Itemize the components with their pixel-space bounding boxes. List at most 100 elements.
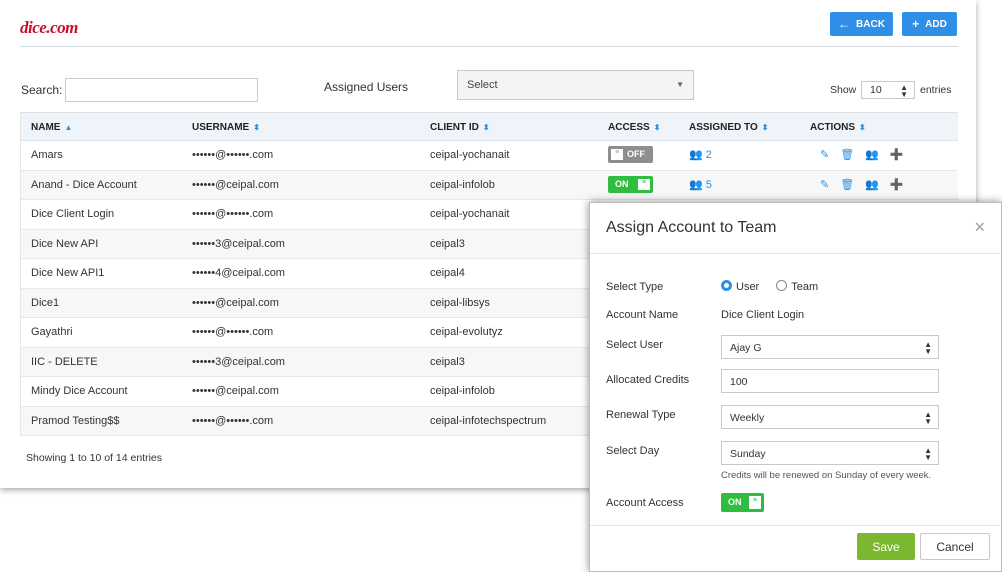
modal-header-divider [590,253,1001,254]
col-actions-label: ACTIONS [810,122,855,133]
renewal-type-label: Renewal Type [606,409,676,421]
modal-footer-divider [590,525,1001,526]
select-type-label: Select Type [606,281,664,293]
toggle-knob: ≡ [611,149,623,160]
users-icon: 👥 [689,149,703,161]
plus-icon: + [912,17,920,31]
sort-icon: ⬍ [859,123,866,132]
sort-icon: ⬍ [482,123,490,132]
assigned-count[interactable]: 👥 5 [689,178,712,191]
cell-name: IIC - DELETE [31,355,98,368]
updown-icon: ▲ ▼ [900,83,908,99]
access-toggle[interactable]: ON ≡ [608,175,653,193]
cell-name: Dice1 [31,296,60,309]
entries-select[interactable]: 10 ▲ ▼ [861,81,915,99]
table-row: Amars ••••••@••••••.com ceipal-yochanait… [21,141,958,171]
save-button[interactable]: Save [857,533,915,560]
close-icon[interactable]: × [974,217,985,238]
select-day-value: Sunday [730,448,766,460]
toggle-label: ON [615,178,629,189]
col-username-label: USERNAME [192,122,250,133]
cell-client-id: ceipal-infolob [430,178,495,191]
users-icon: 👥 [689,178,703,191]
account-name-value: Dice Client Login [721,309,805,321]
col-name[interactable]: NAME ▲ [31,122,72,133]
access-toggle[interactable]: ≡ OFF [608,146,653,163]
cell-client-id: ceipal-libsys [430,296,490,309]
cell-client-id: ceipal-infolob [430,385,495,397]
arrow-left-icon: ← [838,17,851,31]
cell-client-id: ceipal-yochanait [430,208,510,220]
col-assigned-to[interactable]: ASSIGNED TO ⬍ [689,122,768,133]
toggle-knob: ≡ [749,496,761,509]
back-button-label: BACK [856,18,885,30]
search-label: Search: [21,83,63,97]
cell-username: ••••••@ceipal.com [192,385,279,397]
toggle-knob: ≡ [638,178,650,190]
edit-icon[interactable]: ✎ [820,178,829,191]
col-access-label: ACCESS [608,122,650,133]
cell-name: Dice New API1 [31,267,105,279]
add-user-icon[interactable]: ➕ [890,178,904,191]
team-icon[interactable]: 👥 [865,148,879,161]
select-day-dropdown[interactable]: Sunday ▲ ▼ [721,441,939,465]
assign-account-modal: Assign Account to Team × Select Type Use… [589,202,1002,572]
dice-logo: dice.com [20,18,78,37]
cell-name: Gayathri [31,326,73,338]
account-access-toggle[interactable]: ON ≡ [721,493,764,512]
cell-client-id: ceipal3 [430,237,465,250]
add-button-label: ADD [925,18,947,30]
select-user-value: Ajay G [730,342,762,354]
cell-username: ••••••@••••••.com [192,208,274,220]
add-user-icon[interactable]: ➕ [890,148,904,161]
toggle-label: ON [728,497,742,507]
cell-username: ••••••@••••••.com [192,149,274,161]
back-button[interactable]: ← BACK [830,12,893,36]
cancel-button[interactable]: Cancel [920,533,990,560]
updown-icon: ▲ ▼ [924,446,932,462]
team-icon[interactable]: 👥 [865,178,879,191]
radio-user-label: User [736,281,760,293]
account-name-label: Account Name [606,309,679,321]
delete-icon[interactable]: 🗑 [840,148,854,161]
select-day-label: Select Day [606,445,660,457]
cell-client-id: ceipal4 [430,267,465,279]
col-assigned-to-label: ASSIGNED TO [689,122,758,133]
cell-username: ••••••@••••••.com [192,326,274,338]
radio-team[interactable]: Team [776,280,819,293]
col-actions[interactable]: ACTIONS ⬍ [810,122,866,133]
col-access[interactable]: ACCESS ⬍ [608,122,660,133]
cell-name: Dice Client Login [31,208,115,220]
search-input[interactable] [65,78,258,102]
sort-asc-icon: ▲ [64,123,73,132]
assigned-count[interactable]: 👥 2 [689,148,712,161]
delete-icon[interactable]: 🗑 [840,178,854,191]
cell-client-id: ceipal3 [430,355,465,368]
select-type-radios: User Team [721,280,818,293]
select-user-dropdown[interactable]: Ajay G ▲ ▼ [721,335,939,359]
cell-username: ••••••@••••••.com [192,414,274,427]
renewal-type-dropdown[interactable]: Weekly ▲ ▼ [721,405,939,429]
account-access-label: Account Access [606,497,684,509]
add-button[interactable]: + ADD [902,12,957,36]
col-client-id-label: CLIENT ID [430,122,479,133]
cell-name: Mindy Dice Account [31,385,128,397]
assigned-users-select[interactable]: Select ▼ [457,70,694,100]
cell-client-id: ceipal-yochanait [430,149,510,161]
radio-unchecked-icon [776,280,788,291]
edit-icon[interactable]: ✎ [820,148,829,161]
col-username[interactable]: USERNAME ⬍ [192,122,260,133]
header-divider [20,46,958,47]
radio-checked-icon [721,280,732,291]
cell-name: Dice New API [31,237,99,250]
row-actions: ✎ 🗑 👥 ➕ [820,178,904,191]
allocated-credits-input[interactable]: 100 [721,369,939,393]
col-client-id[interactable]: CLIENT ID ⬍ [430,122,490,133]
assigned-users-label: Assigned Users [324,80,409,94]
radio-team-label: Team [791,281,819,293]
cell-name: Anand - Dice Account [31,178,137,191]
radio-user[interactable]: User [721,280,760,293]
modal-title: Assign Account to Team [606,219,777,236]
caret-down-icon: ▼ [676,80,684,89]
renewal-type-value: Weekly [730,412,765,424]
